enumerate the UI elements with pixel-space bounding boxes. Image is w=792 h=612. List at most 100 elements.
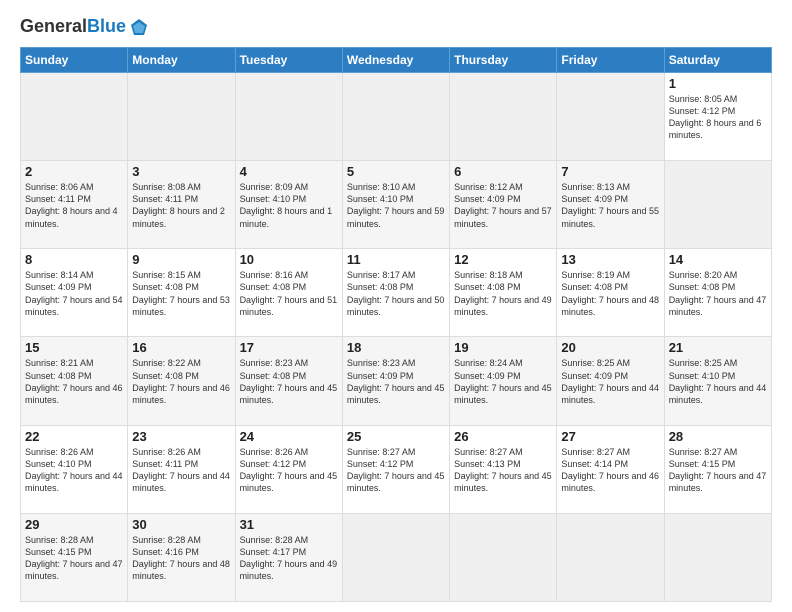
day-info: Sunrise: 8:15 AMSunset: 4:08 PMDaylight:… [132, 270, 230, 316]
day-number: 21 [669, 340, 767, 355]
day-info: Sunrise: 8:27 AMSunset: 4:15 PMDaylight:… [669, 447, 767, 493]
header: GeneralBlue [20, 16, 772, 37]
calendar-day-cell: 1 Sunrise: 8:05 AMSunset: 4:12 PMDayligh… [664, 73, 771, 161]
calendar-day-cell: 22 Sunrise: 8:26 AMSunset: 4:10 PMDaylig… [21, 425, 128, 513]
calendar-week-row: 22 Sunrise: 8:26 AMSunset: 4:10 PMDaylig… [21, 425, 772, 513]
day-number: 26 [454, 429, 552, 444]
calendar-week-row: 15 Sunrise: 8:21 AMSunset: 4:08 PMDaylig… [21, 337, 772, 425]
day-number: 4 [240, 164, 338, 179]
calendar-day-cell: 20 Sunrise: 8:25 AMSunset: 4:09 PMDaylig… [557, 337, 664, 425]
day-info: Sunrise: 8:26 AMSunset: 4:10 PMDaylight:… [25, 447, 123, 493]
day-number: 2 [25, 164, 123, 179]
logo: GeneralBlue [20, 16, 149, 37]
day-number: 5 [347, 164, 445, 179]
day-number: 24 [240, 429, 338, 444]
day-number: 25 [347, 429, 445, 444]
day-info: Sunrise: 8:22 AMSunset: 4:08 PMDaylight:… [132, 358, 230, 404]
calendar-day-cell: 24 Sunrise: 8:26 AMSunset: 4:12 PMDaylig… [235, 425, 342, 513]
day-info: Sunrise: 8:10 AMSunset: 4:10 PMDaylight:… [347, 182, 445, 228]
calendar-day-cell: 28 Sunrise: 8:27 AMSunset: 4:15 PMDaylig… [664, 425, 771, 513]
calendar-day-cell: 14 Sunrise: 8:20 AMSunset: 4:08 PMDaylig… [664, 249, 771, 337]
day-number: 15 [25, 340, 123, 355]
calendar-day-cell: 6 Sunrise: 8:12 AMSunset: 4:09 PMDayligh… [450, 161, 557, 249]
calendar-day-cell: 5 Sunrise: 8:10 AMSunset: 4:10 PMDayligh… [342, 161, 449, 249]
calendar-day-cell [235, 73, 342, 161]
calendar-day-cell [664, 161, 771, 249]
calendar-day-cell [664, 513, 771, 601]
logo-general: General [20, 16, 87, 37]
day-info: Sunrise: 8:28 AMSunset: 4:16 PMDaylight:… [132, 535, 230, 581]
calendar-week-row: 29 Sunrise: 8:28 AMSunset: 4:15 PMDaylig… [21, 513, 772, 601]
day-of-week-header: Saturday [664, 48, 771, 73]
calendar-day-cell: 25 Sunrise: 8:27 AMSunset: 4:12 PMDaylig… [342, 425, 449, 513]
day-number: 9 [132, 252, 230, 267]
day-of-week-header: Thursday [450, 48, 557, 73]
day-info: Sunrise: 8:08 AMSunset: 4:11 PMDaylight:… [132, 182, 225, 228]
calendar-day-cell: 7 Sunrise: 8:13 AMSunset: 4:09 PMDayligh… [557, 161, 664, 249]
calendar-week-row: 1 Sunrise: 8:05 AMSunset: 4:12 PMDayligh… [21, 73, 772, 161]
day-info: Sunrise: 8:12 AMSunset: 4:09 PMDaylight:… [454, 182, 552, 228]
calendar-day-cell: 10 Sunrise: 8:16 AMSunset: 4:08 PMDaylig… [235, 249, 342, 337]
calendar-day-cell [21, 73, 128, 161]
logo-blue: Blue [87, 16, 126, 37]
day-info: Sunrise: 8:28 AMSunset: 4:15 PMDaylight:… [25, 535, 123, 581]
day-info: Sunrise: 8:09 AMSunset: 4:10 PMDaylight:… [240, 182, 333, 228]
day-info: Sunrise: 8:06 AMSunset: 4:11 PMDaylight:… [25, 182, 118, 228]
day-number: 11 [347, 252, 445, 267]
calendar-day-cell: 8 Sunrise: 8:14 AMSunset: 4:09 PMDayligh… [21, 249, 128, 337]
calendar-day-cell: 13 Sunrise: 8:19 AMSunset: 4:08 PMDaylig… [557, 249, 664, 337]
day-info: Sunrise: 8:28 AMSunset: 4:17 PMDaylight:… [240, 535, 338, 581]
day-info: Sunrise: 8:19 AMSunset: 4:08 PMDaylight:… [561, 270, 659, 316]
day-number: 30 [132, 517, 230, 532]
calendar-day-cell [557, 73, 664, 161]
calendar-day-cell: 19 Sunrise: 8:24 AMSunset: 4:09 PMDaylig… [450, 337, 557, 425]
calendar-week-row: 2 Sunrise: 8:06 AMSunset: 4:11 PMDayligh… [21, 161, 772, 249]
day-number: 13 [561, 252, 659, 267]
day-of-week-header: Friday [557, 48, 664, 73]
day-info: Sunrise: 8:25 AMSunset: 4:09 PMDaylight:… [561, 358, 659, 404]
day-number: 16 [132, 340, 230, 355]
calendar-day-cell: 29 Sunrise: 8:28 AMSunset: 4:15 PMDaylig… [21, 513, 128, 601]
day-info: Sunrise: 8:27 AMSunset: 4:14 PMDaylight:… [561, 447, 659, 493]
calendar-day-cell [450, 73, 557, 161]
calendar-day-cell: 31 Sunrise: 8:28 AMSunset: 4:17 PMDaylig… [235, 513, 342, 601]
calendar-day-cell: 11 Sunrise: 8:17 AMSunset: 4:08 PMDaylig… [342, 249, 449, 337]
day-info: Sunrise: 8:17 AMSunset: 4:08 PMDaylight:… [347, 270, 445, 316]
day-number: 12 [454, 252, 552, 267]
day-number: 31 [240, 517, 338, 532]
calendar-day-cell [128, 73, 235, 161]
day-info: Sunrise: 8:27 AMSunset: 4:12 PMDaylight:… [347, 447, 445, 493]
day-number: 6 [454, 164, 552, 179]
day-number: 8 [25, 252, 123, 267]
day-info: Sunrise: 8:21 AMSunset: 4:08 PMDaylight:… [25, 358, 123, 404]
calendar-day-cell: 17 Sunrise: 8:23 AMSunset: 4:08 PMDaylig… [235, 337, 342, 425]
day-number: 1 [669, 76, 767, 91]
calendar-day-cell: 9 Sunrise: 8:15 AMSunset: 4:08 PMDayligh… [128, 249, 235, 337]
day-info: Sunrise: 8:18 AMSunset: 4:08 PMDaylight:… [454, 270, 552, 316]
day-info: Sunrise: 8:13 AMSunset: 4:09 PMDaylight:… [561, 182, 659, 228]
calendar-day-cell: 2 Sunrise: 8:06 AMSunset: 4:11 PMDayligh… [21, 161, 128, 249]
calendar-day-cell [342, 513, 449, 601]
day-number: 28 [669, 429, 767, 444]
calendar-page: GeneralBlue SundayMondayTuesdayWednesday… [0, 0, 792, 612]
calendar-day-cell: 30 Sunrise: 8:28 AMSunset: 4:16 PMDaylig… [128, 513, 235, 601]
calendar-day-cell: 12 Sunrise: 8:18 AMSunset: 4:08 PMDaylig… [450, 249, 557, 337]
day-number: 14 [669, 252, 767, 267]
day-info: Sunrise: 8:27 AMSunset: 4:13 PMDaylight:… [454, 447, 552, 493]
day-info: Sunrise: 8:23 AMSunset: 4:08 PMDaylight:… [240, 358, 338, 404]
calendar-day-cell [450, 513, 557, 601]
day-info: Sunrise: 8:20 AMSunset: 4:08 PMDaylight:… [669, 270, 767, 316]
day-number: 3 [132, 164, 230, 179]
calendar-day-cell: 3 Sunrise: 8:08 AMSunset: 4:11 PMDayligh… [128, 161, 235, 249]
day-info: Sunrise: 8:25 AMSunset: 4:10 PMDaylight:… [669, 358, 767, 404]
day-number: 17 [240, 340, 338, 355]
day-of-week-header: Wednesday [342, 48, 449, 73]
day-of-week-header: Tuesday [235, 48, 342, 73]
day-number: 7 [561, 164, 659, 179]
day-number: 29 [25, 517, 123, 532]
calendar-day-cell: 23 Sunrise: 8:26 AMSunset: 4:11 PMDaylig… [128, 425, 235, 513]
calendar-day-cell: 16 Sunrise: 8:22 AMSunset: 4:08 PMDaylig… [128, 337, 235, 425]
calendar-day-cell: 26 Sunrise: 8:27 AMSunset: 4:13 PMDaylig… [450, 425, 557, 513]
day-info: Sunrise: 8:14 AMSunset: 4:09 PMDaylight:… [25, 270, 123, 316]
calendar-day-cell: 15 Sunrise: 8:21 AMSunset: 4:08 PMDaylig… [21, 337, 128, 425]
